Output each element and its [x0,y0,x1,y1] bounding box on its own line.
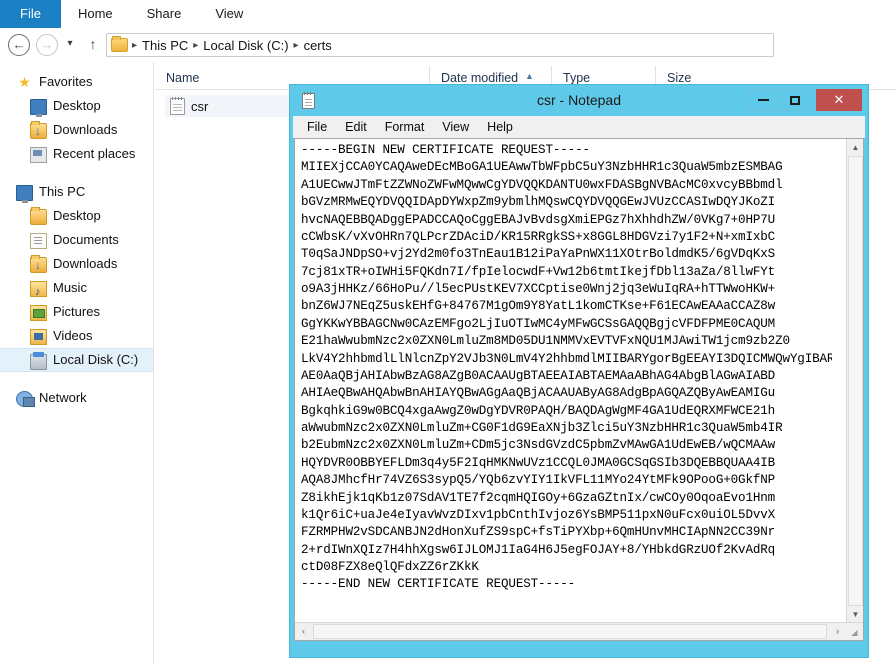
ribbon-tab-file[interactable]: File [0,0,61,28]
sidebar-item-label: Desktop [53,204,101,228]
notepad-window: csr - Notepad ✕ File Edit Format View He… [290,85,868,657]
notepad-menu-bar: File Edit Format View Help [293,116,865,138]
recent-locations-dropdown-icon[interactable]: ▾ [62,38,78,52]
sidebar-item-label: Music [53,276,87,300]
sidebar-item-label: Network [39,386,87,410]
sidebar-item-label: Pictures [53,300,100,324]
drive-icon [30,354,47,370]
minimize-button[interactable] [749,89,778,111]
music-folder-icon [30,281,47,297]
maximize-icon [790,96,800,105]
breadcrumb-this-pc[interactable]: This PC [138,38,192,53]
maximize-button[interactable] [780,89,809,111]
column-label: Date modified [441,71,518,85]
sidebar-item-label: Downloads [53,118,117,142]
monitor-icon [30,99,47,115]
sidebar-spacer [0,372,153,386]
notepad-client-area: -----BEGIN NEW CERTIFICATE REQUEST----- … [294,138,864,641]
sidebar-item-music[interactable]: Music [0,276,153,300]
this-pc-icon [16,185,33,201]
star-icon [16,74,33,90]
column-label: Size [667,71,691,85]
ribbon-tab-strip: File Home Share View [0,0,896,28]
folder-icon [111,38,128,52]
menu-item-view[interactable]: View [433,116,478,138]
horizontal-scrollbar-thumb[interactable] [313,624,827,639]
back-button[interactable]: ← [8,34,30,56]
network-icon [16,391,33,407]
sidebar-spacer [0,166,153,180]
notepad-file-icon [170,98,185,115]
sidebar-item-label: Documents [53,228,119,252]
ribbon-tab-home[interactable]: Home [61,0,130,28]
scroll-left-icon[interactable]: ‹ [295,623,312,640]
sidebar-item-label: Videos [53,324,93,348]
resize-grip-icon[interactable]: ◢ [846,623,863,640]
sidebar-item-desktop-fav[interactable]: Desktop [0,94,153,118]
sidebar-item-favorites[interactable]: Favorites [0,70,153,94]
breadcrumb-separator: ▸ [131,40,138,51]
sidebar-item-videos[interactable]: Videos [0,324,153,348]
breadcrumb-certs[interactable]: certs [300,38,336,53]
sidebar-item-label: Downloads [53,252,117,276]
sidebar-item-label: Recent places [53,142,135,166]
navigation-pane: Favorites Desktop Downloads Recent place… [0,62,154,664]
scroll-down-icon[interactable]: ▼ [847,606,864,623]
pictures-folder-icon [30,305,47,321]
vertical-scrollbar[interactable]: ▲ ▼ [846,139,863,623]
notepad-title-bar[interactable]: csr - Notepad ✕ [290,85,868,116]
sidebar-item-label: Local Disk (C:) [53,348,138,372]
sidebar-item-label: Desktop [53,94,101,118]
sidebar-item-this-pc[interactable]: This PC [0,180,153,204]
navigation-bar: ← → ▾ ↑ ▸ This PC ▸ Local Disk (C:) ▸ ce… [0,28,896,62]
minimize-icon [758,99,769,101]
forward-button[interactable]: → [36,34,58,56]
downloads-folder-icon [30,257,47,273]
sidebar-item-label: Favorites [39,70,92,94]
breadcrumb-separator: ▸ [192,40,199,51]
sidebar-item-recent-places[interactable]: Recent places [0,142,153,166]
scroll-right-icon[interactable]: › [829,623,846,640]
ribbon-tab-view[interactable]: View [198,0,260,28]
recent-places-icon [30,147,47,163]
menu-item-format[interactable]: Format [376,116,434,138]
documents-folder-icon [30,233,47,249]
horizontal-scrollbar[interactable]: ‹ › ◢ [295,622,863,640]
desktop-folder-icon [30,209,47,225]
column-label: Name [166,71,199,85]
sidebar-item-label: This PC [39,180,85,204]
column-label: Type [563,71,590,85]
notepad-text-area[interactable]: -----BEGIN NEW CERTIFICATE REQUEST----- … [296,140,832,622]
breadcrumb-local-disk[interactable]: Local Disk (C:) [199,38,292,53]
file-name-label: csr [191,99,208,114]
close-button[interactable]: ✕ [816,89,862,111]
address-bar[interactable]: ▸ This PC ▸ Local Disk (C:) ▸ certs [106,33,774,57]
sidebar-item-downloads-fav[interactable]: Downloads [0,118,153,142]
menu-item-edit[interactable]: Edit [336,116,376,138]
up-button[interactable]: ↑ [84,36,102,54]
scroll-up-icon[interactable]: ▲ [847,139,864,156]
menu-item-help[interactable]: Help [478,116,522,138]
sidebar-item-local-disk-c[interactable]: Local Disk (C:) [0,348,153,372]
sidebar-item-desktop[interactable]: Desktop [0,204,153,228]
menu-item-file[interactable]: File [298,116,336,138]
sidebar-item-pictures[interactable]: Pictures [0,300,153,324]
downloads-folder-icon [30,123,47,139]
sidebar-item-network[interactable]: Network [0,386,153,410]
breadcrumb-separator: ▸ [293,40,300,51]
sidebar-item-downloads[interactable]: Downloads [0,252,153,276]
videos-folder-icon [30,329,47,345]
sidebar-item-documents[interactable]: Documents [0,228,153,252]
vertical-scrollbar-thumb[interactable] [848,156,863,606]
ribbon-tab-share[interactable]: Share [130,0,199,28]
